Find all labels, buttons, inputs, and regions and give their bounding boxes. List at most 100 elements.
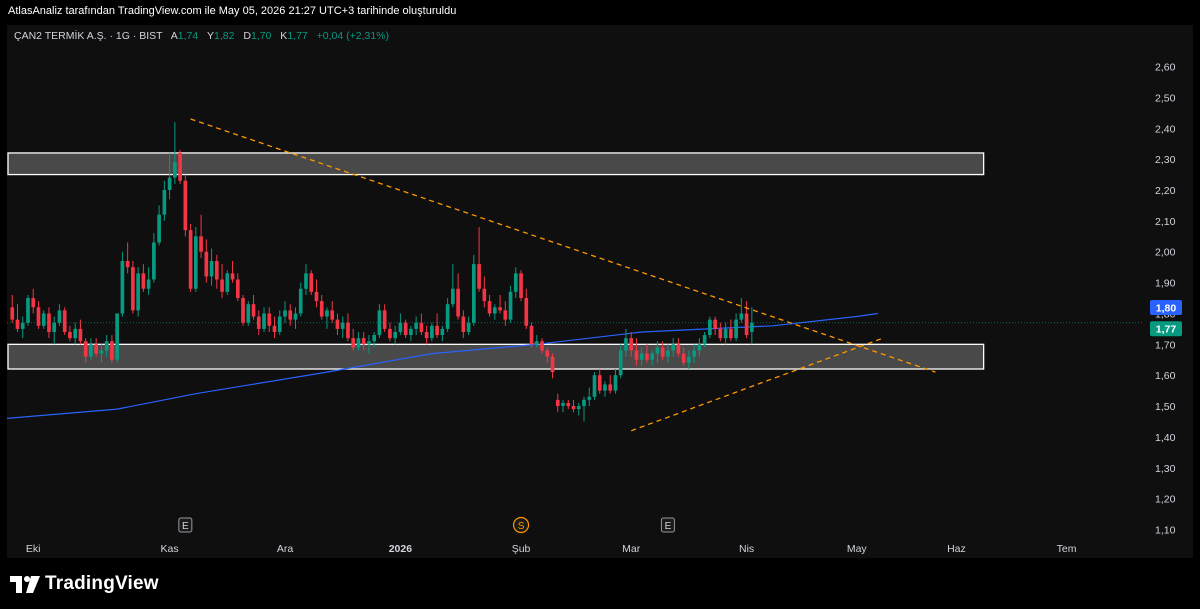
candle-body — [73, 328, 78, 339]
candle-body — [697, 344, 702, 351]
candle-body — [587, 396, 592, 400]
candle-body — [597, 375, 602, 391]
candle-body — [251, 304, 256, 317]
candle-body — [456, 288, 460, 317]
candle-body — [660, 347, 665, 357]
candle-body — [666, 350, 670, 357]
x-tick-label: Tem — [1057, 543, 1077, 555]
x-tick-label: Haz — [947, 543, 966, 555]
candle-body — [414, 322, 418, 329]
price-chart[interactable]: 2,60 2,50 2,40 2,30 2,20 2,10 2,00 1,90 1,80 1,70… — [0, 0, 1200, 609]
candle-body — [409, 328, 413, 336]
candle-body — [20, 322, 25, 329]
candle-body — [62, 310, 67, 332]
candle-body — [650, 353, 655, 360]
open-value: 1,74 — [177, 30, 199, 42]
candle-body — [31, 298, 36, 308]
candle-body — [162, 190, 167, 215]
split-event-label: S — [518, 521, 525, 532]
candle-body — [178, 152, 182, 181]
candle-body — [94, 344, 99, 354]
candle-body — [555, 399, 560, 407]
candle-body — [199, 236, 203, 252]
candle-body — [503, 310, 508, 320]
candle-body — [671, 344, 675, 351]
candle-body — [466, 322, 471, 332]
candle-body — [204, 251, 209, 277]
candle-body — [309, 273, 314, 292]
high-value: 1,82 — [213, 30, 235, 42]
x-tick-label: 2026 — [389, 543, 413, 555]
x-tick-label: Eki — [26, 543, 41, 555]
candle-body — [26, 298, 30, 323]
candle-body — [608, 384, 613, 391]
candle-body — [692, 350, 696, 357]
candle-body — [230, 273, 235, 280]
candle-body — [492, 307, 497, 314]
candle-body — [398, 322, 403, 332]
candle-body — [676, 344, 681, 354]
symbol-legend: ÇAN2 TERMİK A.Ş. · 1G · BIST A1,74 Y1,82… — [14, 30, 389, 42]
candle-body — [241, 298, 245, 323]
candle-body — [152, 242, 156, 280]
x-tick-label: Mar — [622, 543, 641, 555]
candle-body — [298, 288, 303, 314]
candle-body — [550, 356, 555, 373]
candle-body — [508, 291, 513, 320]
candle-body — [193, 236, 198, 289]
candle-body — [382, 310, 387, 329]
candle-body — [335, 319, 340, 329]
y-tick-label: 2,10 — [1155, 216, 1176, 228]
candle-body — [702, 335, 707, 345]
candle-body — [393, 331, 397, 339]
candle-body — [624, 338, 628, 351]
y-tick-label: 2,00 — [1155, 247, 1176, 259]
tradingview-logo[interactable]: TradingView — [10, 573, 159, 595]
candle-body — [708, 319, 712, 336]
candle-body — [293, 313, 298, 320]
candle-body — [83, 341, 88, 357]
candle-body — [340, 322, 345, 329]
y-tick-label: 1,50 — [1155, 401, 1176, 413]
candle-body — [167, 177, 172, 190]
candle-body — [246, 304, 251, 323]
y-tick-label: 2,40 — [1155, 123, 1176, 135]
candle-body — [209, 260, 214, 277]
candle-body — [351, 338, 356, 348]
candle-body — [451, 288, 455, 305]
candle-body — [519, 273, 523, 299]
candle-body — [681, 353, 686, 363]
candle-body — [487, 301, 492, 314]
candle-body — [424, 331, 429, 339]
y-tick-label: 1,20 — [1155, 494, 1176, 506]
candle-body — [477, 264, 481, 289]
candle-body — [325, 310, 329, 317]
symbol-name: ÇAN2 TERMİK A.Ş. · 1G · BIST — [14, 30, 163, 42]
tradingview-logo-icon — [10, 575, 40, 593]
candle-body — [582, 399, 586, 407]
change-value: +0,04 (+2,31%) — [316, 30, 390, 42]
y-tick-label: 1,30 — [1155, 463, 1176, 475]
candle-body — [52, 322, 57, 332]
footer — [0, 558, 1200, 609]
earnings-event-label: E — [665, 521, 672, 532]
candle-body — [744, 313, 749, 336]
y-tick-label: 2,50 — [1155, 92, 1176, 104]
candle-body — [419, 322, 424, 332]
candle-body — [435, 325, 439, 336]
candle-body — [718, 328, 723, 339]
high-label: Y — [206, 30, 214, 42]
price-tag-label: 1,80 — [1156, 302, 1177, 314]
candle-body — [639, 353, 644, 360]
low-label: D — [243, 30, 251, 42]
candle-body — [603, 384, 607, 391]
candle-body — [445, 304, 450, 329]
candle-body — [388, 328, 392, 339]
candle-body — [277, 316, 282, 332]
x-tick-label: Şub — [512, 543, 531, 555]
y-tick-label: 1,70 — [1155, 339, 1176, 351]
candle-body — [272, 325, 277, 332]
candle-body — [346, 322, 350, 339]
candle-body — [540, 341, 544, 351]
candle-body — [131, 267, 135, 311]
